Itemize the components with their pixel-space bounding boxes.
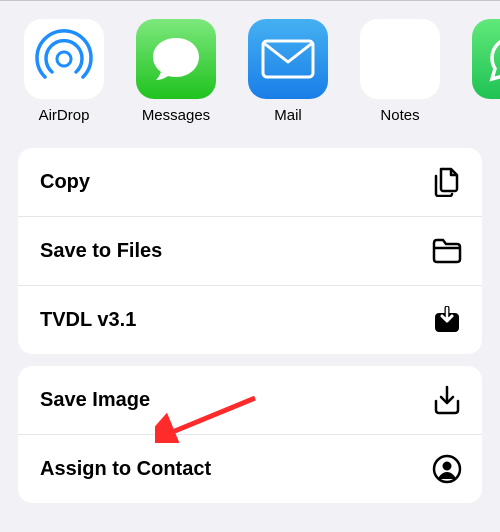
contact-icon (432, 454, 462, 484)
download-box-icon (432, 305, 462, 335)
share-target-label: Messages (142, 107, 210, 124)
action-label: Save to Files (40, 240, 162, 263)
action-label: TVDL v3.1 (40, 309, 136, 332)
action-assign-to-contact[interactable]: Assign to Contact (18, 435, 482, 503)
share-target-label: AirDrop (39, 107, 90, 124)
share-target-notes[interactable]: Notes (360, 19, 440, 124)
share-target-label: Notes (380, 107, 419, 124)
action-save-to-files[interactable]: Save to Files (18, 217, 482, 286)
download-icon (432, 385, 462, 415)
action-save-image[interactable]: Save Image (18, 366, 482, 435)
copy-icon (432, 167, 462, 197)
action-label: Assign to Contact (40, 458, 211, 481)
share-target-whatsapp[interactable]: Wh (472, 19, 500, 124)
notes-icon (360, 19, 440, 99)
mail-icon (248, 19, 328, 99)
share-targets-row: AirDrop Messages Mail Not (0, 1, 500, 142)
action-copy[interactable]: Copy (18, 148, 482, 217)
folder-icon (432, 236, 462, 266)
airdrop-icon (24, 19, 104, 99)
action-label: Copy (40, 171, 90, 194)
action-label: Save Image (40, 389, 150, 412)
share-target-label: Mail (274, 107, 302, 124)
share-target-airdrop[interactable]: AirDrop (24, 19, 104, 124)
actions-group-1: Copy Save to Files TVDL v3.1 (18, 148, 482, 354)
share-target-mail[interactable]: Mail (248, 19, 328, 124)
share-target-messages[interactable]: Messages (136, 19, 216, 124)
whatsapp-icon (472, 19, 500, 99)
actions-group-2: Save Image Assign to Contact (18, 366, 482, 503)
action-tvdl[interactable]: TVDL v3.1 (18, 286, 482, 354)
messages-icon (136, 19, 216, 99)
